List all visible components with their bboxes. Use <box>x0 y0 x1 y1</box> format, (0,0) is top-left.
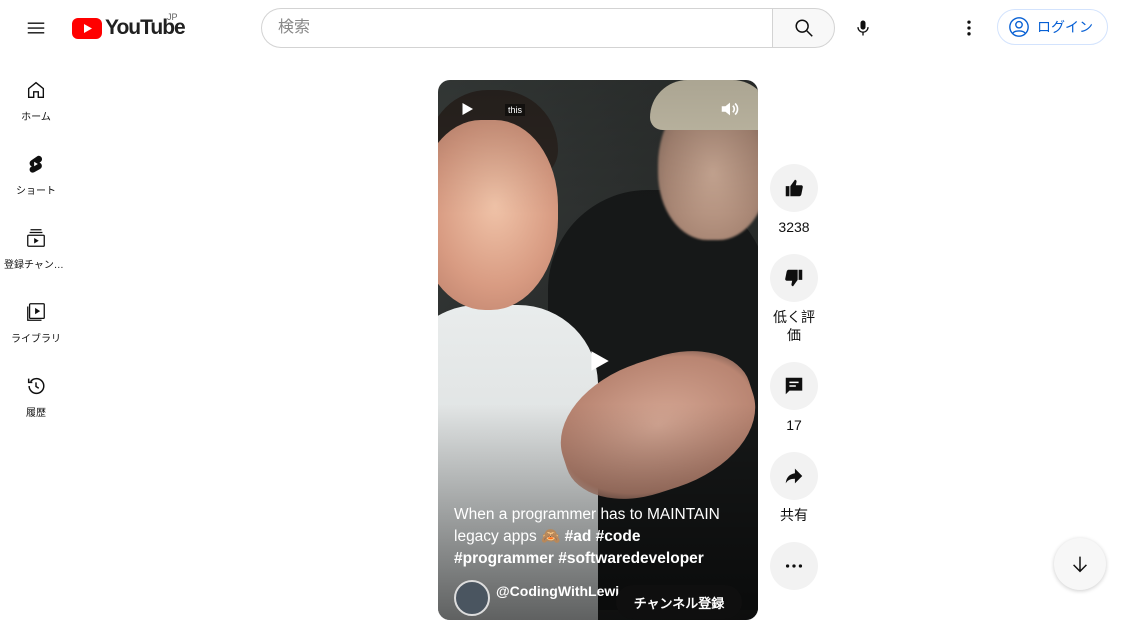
sidebar-item-home[interactable]: ホーム <box>0 56 72 130</box>
history-icon <box>27 377 45 395</box>
vertical-dots-icon <box>967 20 971 36</box>
sidebar-item-label: 登録チャンネル <box>4 260 68 271</box>
sidebar-item-library[interactable]: ライブラリ <box>0 278 72 352</box>
video-title[interactable]: When a programmer has to MAINTAIN legacy… <box>454 504 744 570</box>
comment-count: 17 <box>786 417 802 433</box>
play-icon[interactable] <box>458 100 476 118</box>
center-play-icon[interactable] <box>586 348 612 374</box>
next-video-button[interactable] <box>1054 538 1106 590</box>
login-label: ログイン <box>1037 19 1093 35</box>
library-icon <box>27 303 45 321</box>
subscriptions-icon <box>27 229 45 247</box>
sidebar-item-history[interactable]: 履歴 <box>0 352 72 426</box>
share-action: 共有 <box>770 452 818 524</box>
channel-info: @CodingWithLewi <box>454 580 619 616</box>
search-icon <box>794 19 813 37</box>
guide-menu-button[interactable] <box>16 8 56 48</box>
search-input[interactable] <box>261 8 772 48</box>
sidebar-item-label: ホーム <box>21 112 51 123</box>
settings-more-button[interactable] <box>949 8 989 48</box>
share-label: 共有 <box>780 507 808 523</box>
shorts-icon <box>29 155 43 173</box>
avatar[interactable] <box>454 580 490 616</box>
more-options-button[interactable] <box>770 542 818 590</box>
mini-guide: ホーム ショート 登録チャンネル ライブラリ 履歴 <box>0 56 72 426</box>
like-button[interactable] <box>770 164 818 212</box>
account-circle-icon <box>1009 17 1029 37</box>
thumbs-up-icon <box>785 179 803 197</box>
arrow-down-icon <box>1073 556 1087 573</box>
youtube-logo[interactable]: YouTube JP <box>72 12 186 42</box>
dislike-label: 低く評価 <box>773 309 815 343</box>
login-button[interactable]: ログイン <box>997 9 1108 45</box>
shorts-video-player[interactable]: this When a programmer has to MAINTAIN l… <box>438 80 758 620</box>
search-button[interactable] <box>772 8 835 48</box>
volume-icon[interactable] <box>719 98 741 120</box>
sidebar-item-subscriptions[interactable]: 登録チャンネル <box>0 204 72 278</box>
sidebar-item-shorts[interactable]: ショート <box>0 130 72 204</box>
comment-icon <box>785 377 803 395</box>
comment-action: 17 <box>770 362 818 434</box>
like-action: 3238 <box>770 164 818 236</box>
more-action <box>770 542 818 590</box>
thumbs-down-icon <box>785 269 803 287</box>
subscribe-button[interactable]: チャンネル登録 <box>616 585 742 619</box>
share-button[interactable] <box>770 452 818 500</box>
sidebar-item-label: ショート <box>16 186 56 197</box>
channel-name[interactable]: @CodingWithLewi <box>496 583 619 599</box>
share-arrow-icon <box>785 468 803 484</box>
search-box <box>261 8 835 48</box>
like-count: 3238 <box>778 219 810 235</box>
dislike-action: 低く評価 <box>770 254 818 344</box>
microphone-icon <box>857 20 869 36</box>
video-caption-overlay: this <box>505 104 526 116</box>
shorts-actions: 3238 低く評価 17 共有 <box>770 164 818 590</box>
sidebar-item-label: ライブラリ <box>11 334 61 345</box>
dislike-button[interactable] <box>770 254 818 302</box>
region-code: JP <box>167 12 178 22</box>
voice-search-button[interactable] <box>843 8 883 48</box>
horizontal-dots-icon <box>785 564 803 568</box>
youtube-play-logo-icon <box>72 17 102 39</box>
sidebar-item-label: 履歴 <box>26 408 46 419</box>
hamburger-menu-icon <box>27 22 45 34</box>
home-icon <box>27 81 45 99</box>
masthead: YouTube JP ログイン <box>0 0 1124 56</box>
comments-button[interactable] <box>770 362 818 410</box>
